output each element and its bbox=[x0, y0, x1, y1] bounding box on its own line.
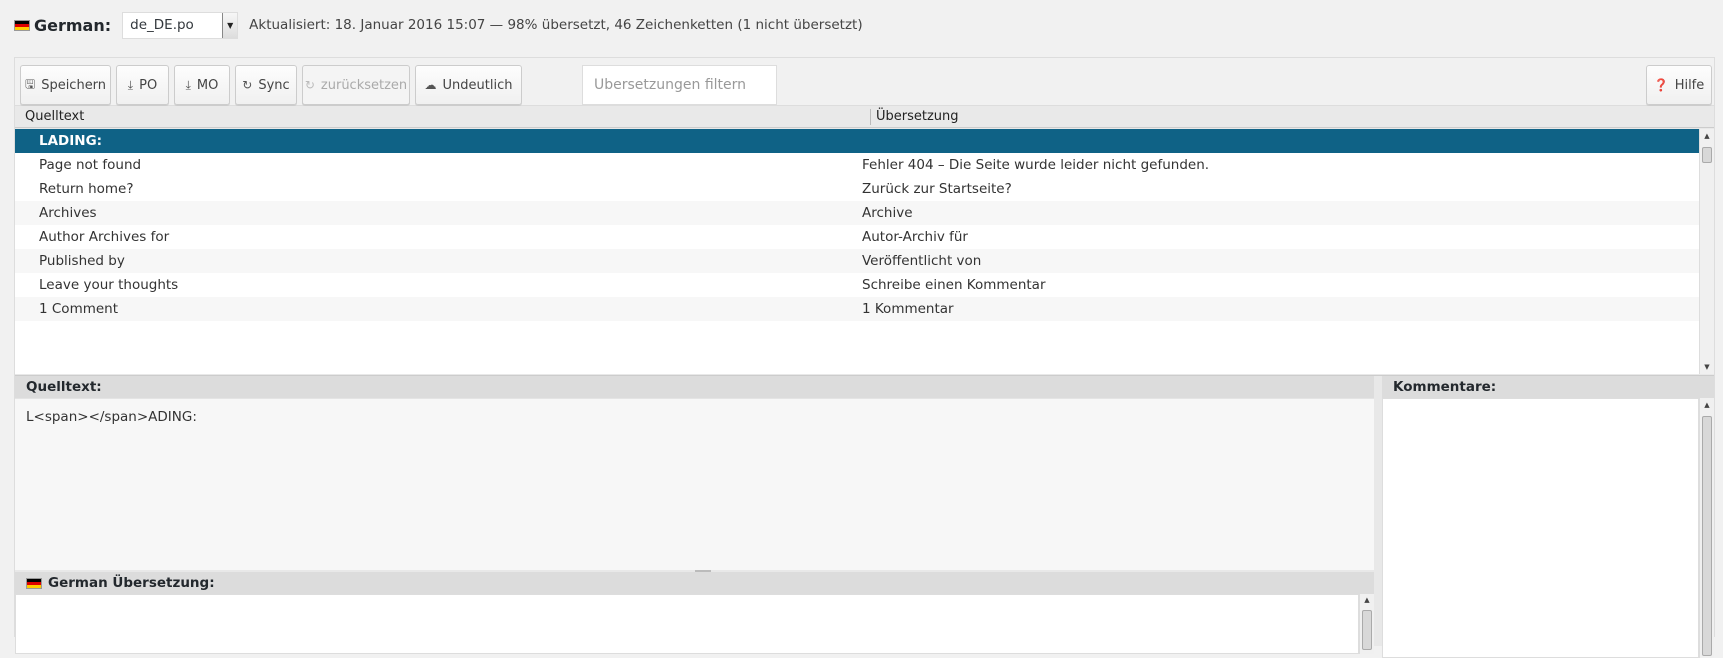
row-translation: Veröffentlicht von bbox=[862, 253, 982, 269]
scroll-up-icon[interactable]: ▲ bbox=[1700, 132, 1714, 140]
sync-button[interactable]: ↻ Sync bbox=[235, 65, 297, 105]
download-po-button[interactable]: ⤓ PO bbox=[116, 65, 169, 105]
source-text-display: L<span></span>ADING: bbox=[15, 398, 1374, 570]
row-source: Author Archives for bbox=[39, 229, 170, 245]
german-flag-icon bbox=[14, 19, 30, 31]
revert-button[interactable]: ↻ zurücksetzen bbox=[302, 65, 410, 105]
download-icon: ⤓ bbox=[127, 77, 134, 92]
table-row[interactable]: Return home? Zurück zur Startseite? bbox=[15, 177, 1699, 201]
german-flag-icon bbox=[26, 577, 42, 589]
editor-header: German: de_DE.po ▼ Aktualisiert: 18. Jan… bbox=[14, 11, 1704, 39]
row-translation: Schreibe einen Kommentar bbox=[862, 277, 1046, 293]
row-translation: 1 Kommentar bbox=[862, 301, 954, 317]
comments-input[interactable] bbox=[1382, 398, 1699, 658]
language-label: German: bbox=[34, 15, 112, 35]
mo-button-label: MO bbox=[196, 77, 219, 93]
row-translation: Zurück zur Startseite? bbox=[862, 181, 1012, 197]
download-mo-button[interactable]: ⤓ MO bbox=[174, 65, 230, 105]
file-select-value: de_DE.po bbox=[130, 17, 194, 33]
row-translation: Autor-Archiv für bbox=[862, 229, 968, 245]
source-pane-title: Quelltext: bbox=[15, 376, 1374, 398]
toolbar: 🖫 Speichern ⤓ PO ⤓ MO ↻ Sync ↻ zurückset… bbox=[15, 58, 1714, 106]
translation-scrollbar[interactable]: ▲ bbox=[1359, 594, 1374, 654]
grid-header: Quelltext Übersetzung bbox=[15, 106, 1714, 128]
save-button[interactable]: 🖫 Speichern bbox=[20, 65, 111, 105]
column-header-source[interactable]: Quelltext bbox=[25, 109, 84, 124]
fuzzy-button[interactable]: ☁ Undeutlich bbox=[415, 65, 522, 105]
refresh-icon: ↻ bbox=[242, 78, 253, 92]
translation-pane-title-text: German Übersetzung: bbox=[48, 575, 215, 591]
scrollbar-thumb[interactable] bbox=[1702, 147, 1712, 163]
save-button-label: Speichern bbox=[41, 77, 107, 93]
column-header-translation[interactable]: Übersetzung bbox=[870, 109, 959, 125]
table-row[interactable]: Archives Archive bbox=[15, 201, 1699, 225]
translation-input[interactable] bbox=[15, 594, 1359, 654]
table-row[interactable]: Published by Veröffentlicht von bbox=[15, 249, 1699, 273]
table-row[interactable]: Page not found Fehler 404 – Die Seite wu… bbox=[15, 153, 1699, 177]
floppy-icon: 🖫 bbox=[24, 76, 36, 91]
row-source: Archives bbox=[39, 205, 97, 221]
download-icon: ⤓ bbox=[185, 77, 191, 92]
undo-icon: ↻ bbox=[304, 78, 315, 92]
filter-input[interactable] bbox=[582, 65, 777, 105]
row-source: 1 Comment bbox=[39, 301, 119, 317]
editor-panel: 🖫 Speichern ⤓ PO ⤓ MO ↻ Sync ↻ zurückset… bbox=[14, 57, 1715, 658]
source-text: L<span></span>ADING: bbox=[26, 409, 197, 425]
translation-grid: LADING: Page not found Fehler 404 – Die … bbox=[15, 129, 1699, 374]
status-text: Aktualisiert: 18. Januar 2016 15:07 — 98… bbox=[249, 17, 863, 33]
row-source: Page not found bbox=[39, 157, 142, 173]
fuzzy-button-label: Undeutlich bbox=[442, 77, 513, 93]
row-source: Return home? bbox=[39, 181, 134, 197]
chevron-down-icon[interactable]: ▼ bbox=[222, 12, 238, 38]
scrollbar-thumb[interactable] bbox=[1362, 610, 1372, 650]
cloud-icon: ☁ bbox=[424, 78, 437, 92]
help-button[interactable]: ❓ Hilfe bbox=[1646, 65, 1712, 105]
vertical-splitter[interactable] bbox=[1374, 376, 1382, 646]
question-circle-icon: ❓ bbox=[1653, 78, 1669, 92]
scroll-up-icon[interactable]: ▲ bbox=[1700, 401, 1714, 409]
file-select[interactable]: de_DE.po ▼ bbox=[122, 11, 239, 39]
scrollbar-thumb[interactable] bbox=[1702, 416, 1712, 656]
grid-scrollbar[interactable]: ▲ ▼ bbox=[1699, 129, 1714, 374]
row-translation: Archive bbox=[862, 205, 913, 221]
revert-button-label: zurücksetzen bbox=[320, 77, 408, 93]
scroll-down-icon[interactable]: ▼ bbox=[1700, 363, 1714, 371]
row-source: LADING: bbox=[39, 133, 103, 149]
table-row[interactable]: 1 Comment 1 Kommentar bbox=[15, 297, 1699, 321]
row-translation: Fehler 404 – Die Seite wurde leider nich… bbox=[862, 157, 1210, 173]
comments-pane-title: Kommentare: bbox=[1382, 376, 1714, 398]
table-row[interactable]: LADING: bbox=[15, 129, 1699, 153]
row-source: Leave your thoughts bbox=[39, 277, 179, 293]
table-row[interactable]: Author Archives for Autor-Archiv für bbox=[15, 225, 1699, 249]
translation-pane-title: German Übersetzung: bbox=[15, 572, 1374, 594]
scroll-up-icon[interactable]: ▲ bbox=[1360, 596, 1374, 604]
row-source: Published by bbox=[39, 253, 125, 269]
comments-scrollbar[interactable]: ▲ bbox=[1699, 398, 1714, 658]
po-button-label: PO bbox=[139, 77, 158, 93]
help-button-label: Hilfe bbox=[1674, 77, 1705, 93]
sync-button-label: Sync bbox=[258, 77, 290, 93]
table-row[interactable]: Leave your thoughts Schreibe einen Komme… bbox=[15, 273, 1699, 297]
